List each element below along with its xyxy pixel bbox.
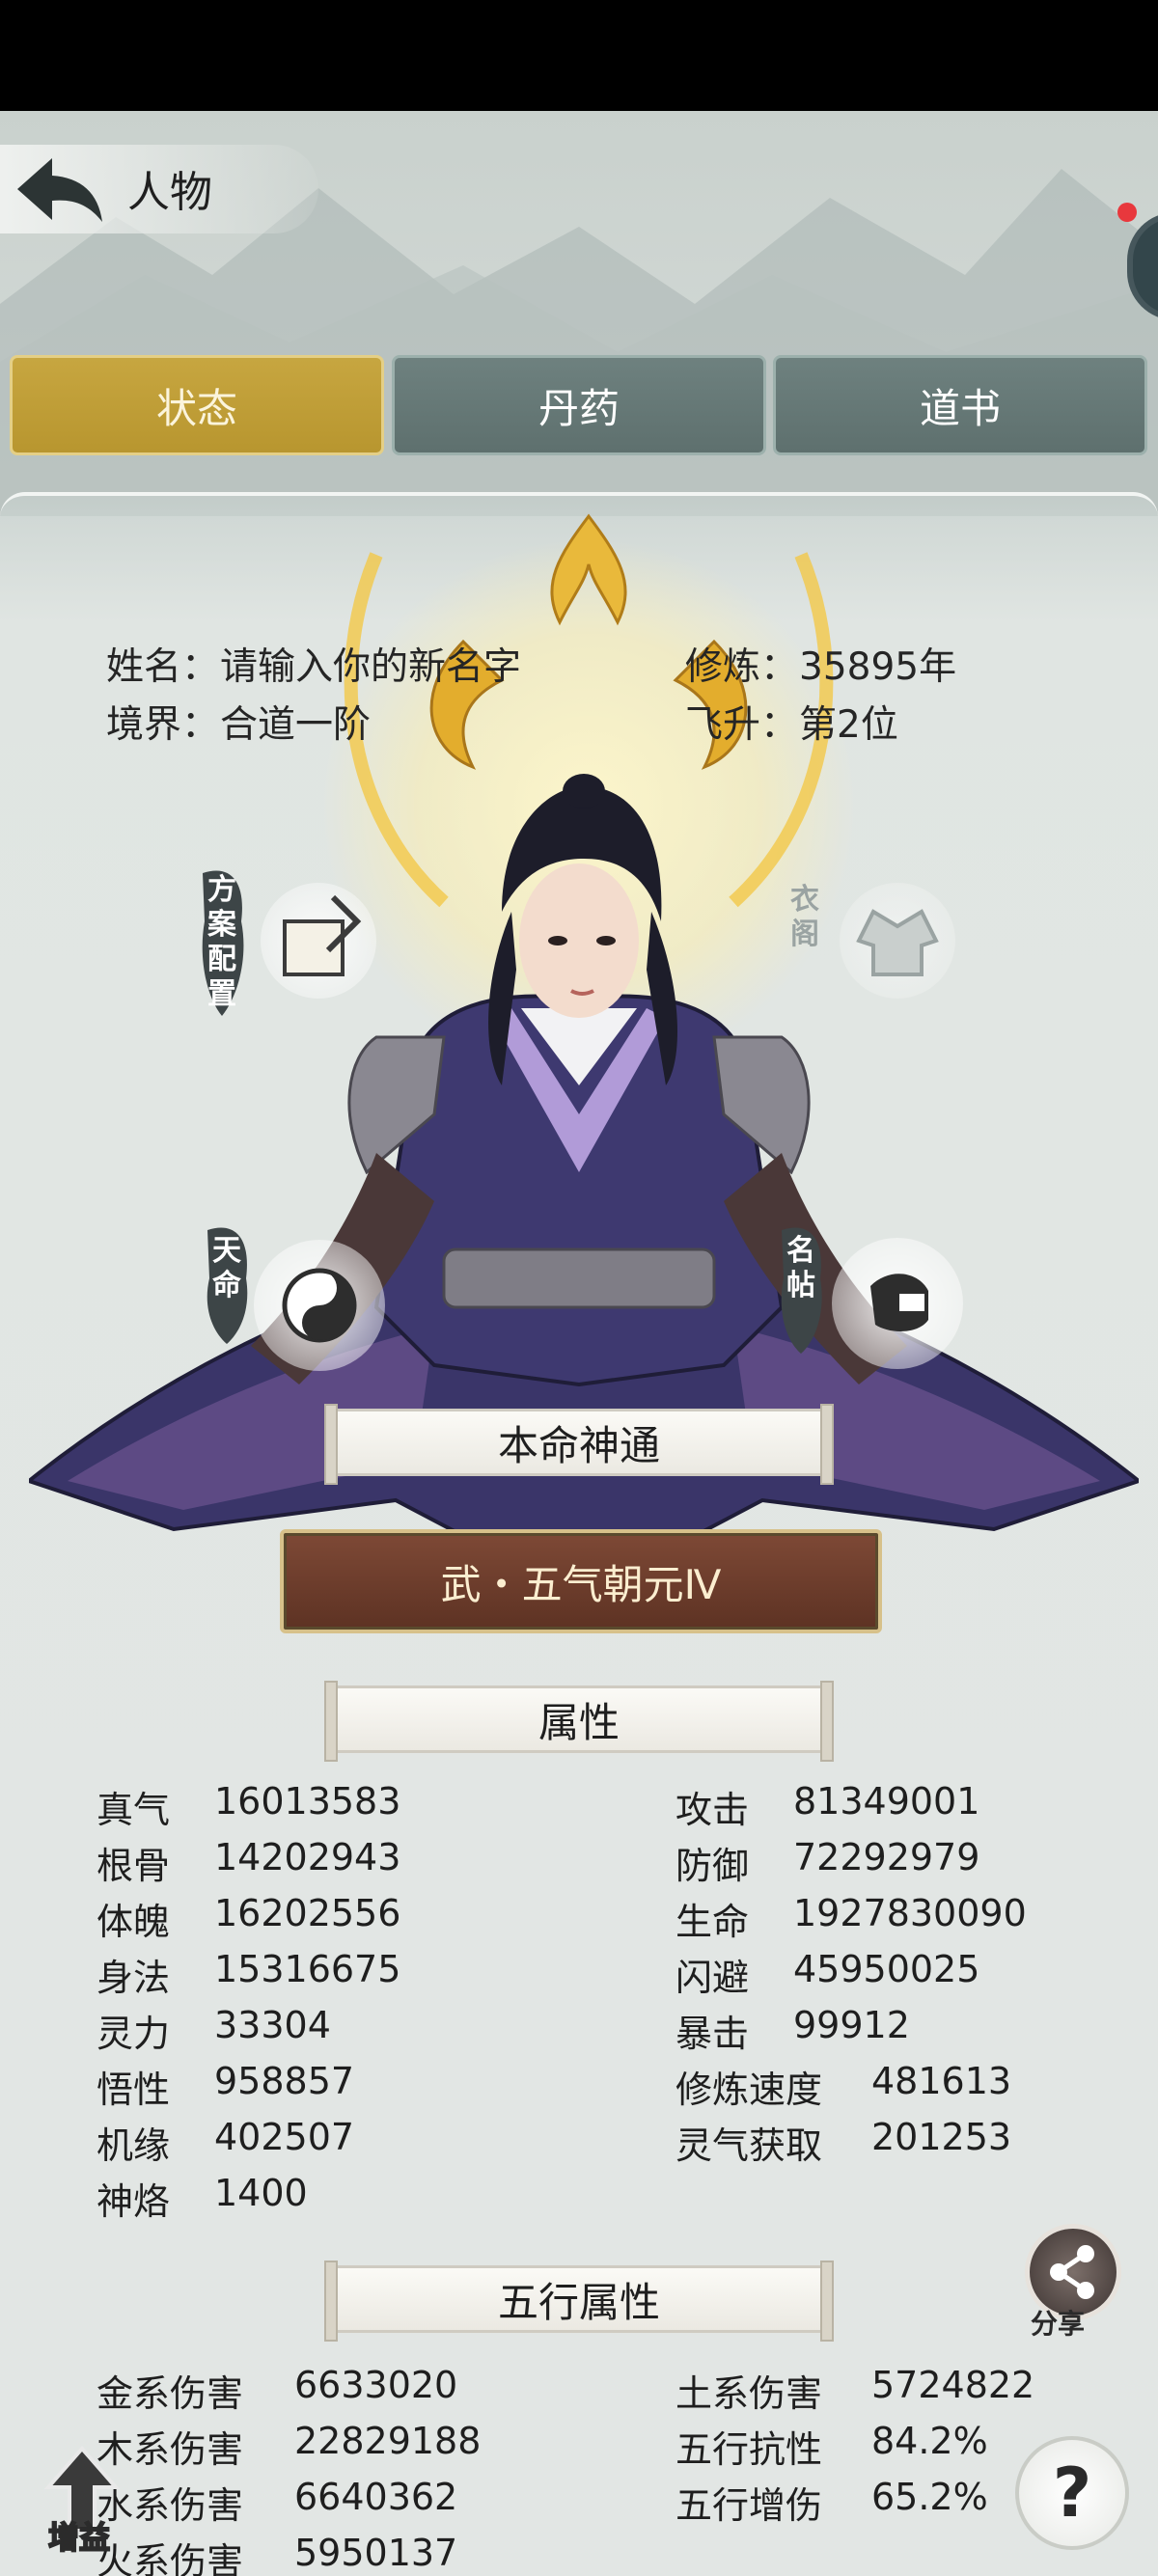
element-row: 五行增伤 65.2% bbox=[676, 2476, 988, 2529]
back-arrow-icon[interactable] bbox=[14, 152, 106, 228]
loadout-button[interactable]: 方案配置 bbox=[193, 863, 386, 1018]
stat-row: 闪避 45950025 bbox=[676, 1948, 979, 2001]
stat-row: 防御 72292979 bbox=[676, 1836, 979, 1889]
stat-value: 481613 bbox=[871, 2060, 1012, 2102]
stat-value: 201253 bbox=[871, 2116, 1012, 2158]
share-label: 分享 bbox=[1031, 2308, 1086, 2340]
stat-row: 身法 15316675 bbox=[96, 1948, 400, 2001]
element-label: 土系伤害 bbox=[676, 2372, 823, 2415]
realm-value: 合道一阶 bbox=[220, 703, 372, 747]
stat-label: 体魄 bbox=[96, 1901, 171, 1943]
namecard-button[interactable]: 名帖 bbox=[772, 1220, 965, 1375]
stat-label: 身法 bbox=[96, 1957, 171, 1999]
element-value: 6640362 bbox=[294, 2476, 458, 2518]
page-title: 人物 bbox=[127, 168, 212, 217]
character-screen: 人物 状态 丹药 道书 姓名： 请输入你的新名字 修炼： 35895年 境界： … bbox=[0, 111, 1158, 2576]
stat-value: 1927830090 bbox=[793, 1892, 1027, 1934]
stat-value: 16202556 bbox=[214, 1892, 401, 1934]
stat-value: 14202943 bbox=[214, 1836, 401, 1878]
element-label: 五行增伤 bbox=[676, 2484, 823, 2527]
stat-label: 机缘 bbox=[96, 2124, 171, 2167]
stat-label: 神烙 bbox=[96, 2180, 171, 2223]
five-elements-title: 五行属性 bbox=[324, 2261, 834, 2342]
stat-row: 真气 16013583 bbox=[96, 1780, 400, 1833]
stat-row: 体魄 16202556 bbox=[96, 1892, 400, 1945]
stat-row: 修炼速度 481613 bbox=[676, 2060, 1011, 2113]
element-value: 5724822 bbox=[871, 2364, 1035, 2406]
element-label: 金系伤害 bbox=[96, 2372, 244, 2415]
stat-value: 402507 bbox=[214, 2116, 355, 2158]
help-button[interactable]: ? bbox=[1015, 2436, 1129, 2550]
stat-label: 真气 bbox=[96, 1789, 171, 1831]
cultivate-label: 修炼： bbox=[685, 645, 799, 689]
stat-row: 生命 1927830090 bbox=[676, 1892, 1027, 1945]
element-value: 84.2% bbox=[871, 2420, 988, 2462]
stat-label: 灵力 bbox=[96, 2013, 171, 2055]
stat-label: 灵气获取 bbox=[676, 2124, 823, 2167]
element-value: 22829188 bbox=[294, 2420, 482, 2462]
element-value: 6633020 bbox=[294, 2364, 458, 2406]
cultivate-value: 35895年 bbox=[799, 645, 957, 689]
namecard-label: 名帖 bbox=[786, 1234, 815, 1302]
name-value[interactable]: 请输入你的新名字 bbox=[220, 637, 521, 691]
scroll-brush-icon bbox=[261, 883, 376, 999]
stat-value: 958857 bbox=[214, 2060, 355, 2102]
stat-label: 修炼速度 bbox=[676, 2069, 823, 2111]
wardrobe-label: 衣阁 bbox=[790, 883, 819, 951]
stat-value: 1400 bbox=[214, 2172, 308, 2214]
boost-label: 增益 bbox=[47, 2518, 111, 2557]
stat-value: 99912 bbox=[793, 2004, 910, 2046]
tab-daobook[interactable]: 道书 bbox=[773, 355, 1147, 455]
stat-row: 机缘 402507 bbox=[96, 2116, 354, 2169]
stat-value: 16013583 bbox=[214, 1780, 401, 1822]
tab-elixir[interactable]: 丹药 bbox=[392, 355, 766, 455]
element-row: 五行抗性 84.2% bbox=[676, 2420, 988, 2473]
stat-value: 33304 bbox=[214, 2004, 331, 2046]
loadout-label: 方案配置 bbox=[207, 873, 236, 1011]
stat-row: 悟性 958857 bbox=[96, 2060, 354, 2113]
robe-icon bbox=[840, 883, 955, 999]
stat-value: 15316675 bbox=[214, 1948, 401, 1990]
ascend-value: 第2位 bbox=[799, 703, 898, 747]
stat-value: 45950025 bbox=[793, 1948, 980, 1990]
destiny-button[interactable]: 天命 bbox=[198, 1220, 391, 1375]
realm-label: 境界： bbox=[106, 703, 220, 747]
stat-row: 攻击 81349001 bbox=[676, 1780, 979, 1833]
status-bar bbox=[0, 0, 1158, 111]
stat-value: 72292979 bbox=[793, 1836, 980, 1878]
stat-row: 暴击 99912 bbox=[676, 2004, 910, 2057]
stat-label: 防御 bbox=[676, 1845, 750, 1887]
ascend-label: 飞升： bbox=[685, 703, 799, 747]
innate-skill-title: 本命神通 bbox=[324, 1404, 834, 1485]
destiny-label: 天命 bbox=[212, 1234, 241, 1302]
innate-skill-button[interactable]: 武・五气朝元Ⅳ bbox=[280, 1529, 882, 1633]
stat-label: 生命 bbox=[676, 1901, 750, 1943]
stat-label: 闪避 bbox=[676, 1957, 750, 1999]
stat-row: 灵气获取 201253 bbox=[676, 2116, 1011, 2169]
element-label: 五行抗性 bbox=[676, 2428, 823, 2471]
stat-label: 暴击 bbox=[676, 2013, 750, 2055]
stat-row: 神烙 1400 bbox=[96, 2172, 308, 2225]
tab-status[interactable]: 状态 bbox=[10, 355, 384, 455]
element-value: 65.2% bbox=[871, 2476, 988, 2518]
stat-label: 悟性 bbox=[96, 2069, 171, 2111]
yinyang-icon bbox=[254, 1240, 385, 1371]
stat-label: 根骨 bbox=[96, 1845, 171, 1887]
stat-row: 根骨 14202943 bbox=[96, 1836, 400, 1889]
element-row: 金系伤害 6633020 bbox=[96, 2364, 457, 2417]
name-label: 姓名： bbox=[106, 645, 220, 689]
stat-value: 81349001 bbox=[793, 1780, 980, 1822]
attributes-title: 属性 bbox=[324, 1681, 834, 1762]
element-value: 5950137 bbox=[294, 2532, 458, 2574]
notification-dot bbox=[1117, 203, 1137, 222]
mask-icon bbox=[832, 1238, 963, 1369]
stat-row: 灵力 33304 bbox=[96, 2004, 331, 2057]
element-row: 土系伤害 5724822 bbox=[676, 2364, 1034, 2417]
wardrobe-button[interactable]: 衣阁 bbox=[772, 863, 965, 1018]
stat-label: 攻击 bbox=[676, 1789, 750, 1831]
